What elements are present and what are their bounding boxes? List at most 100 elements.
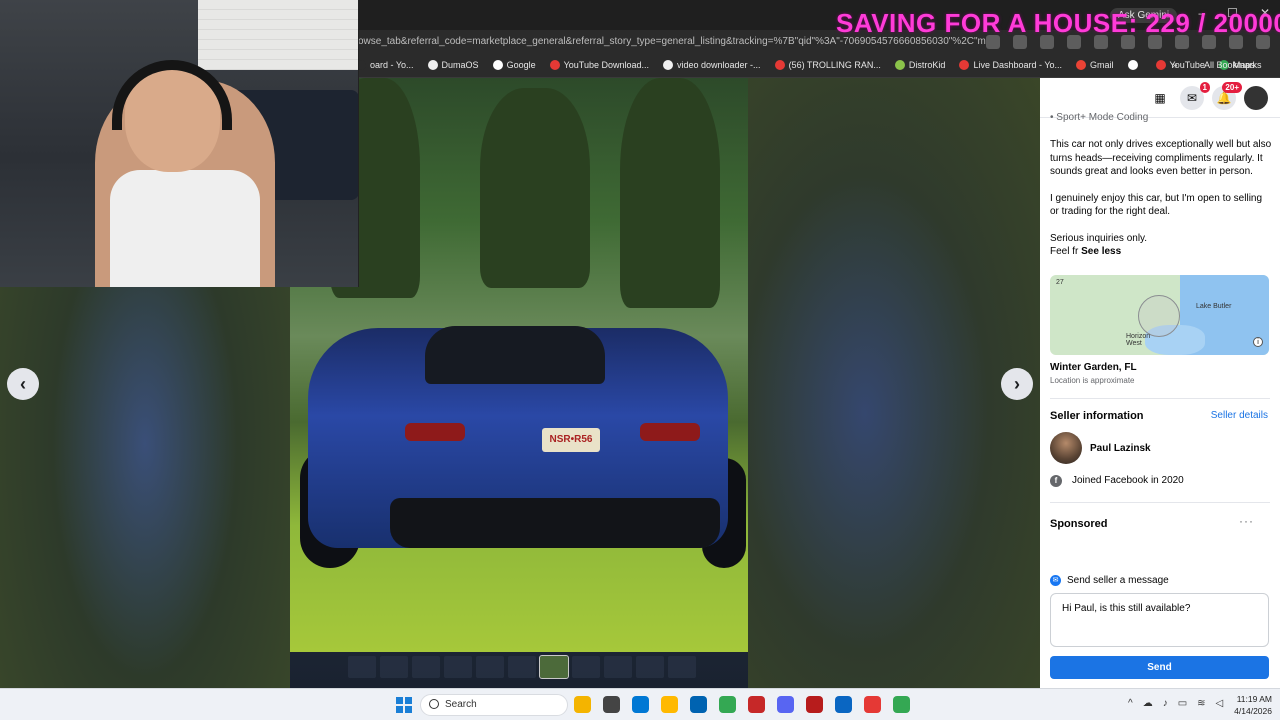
bookmark-item[interactable]: Live Dashboard - Yo... xyxy=(959,60,1062,70)
taskbar-app-icon[interactable] xyxy=(893,696,910,713)
taskbar-app-icon[interactable] xyxy=(806,696,823,713)
map-label: Horizon West xyxy=(1126,333,1151,347)
taskbar-app-icon[interactable] xyxy=(748,696,765,713)
bookmark-label: DumaOS xyxy=(441,60,479,70)
profile-avatar[interactable] xyxy=(1244,86,1268,110)
divider xyxy=(1050,398,1270,399)
bookmark-item[interactable]: video downloader -... xyxy=(663,60,761,70)
license-plate: NSR•R56 xyxy=(542,428,600,452)
window-blinds xyxy=(198,0,358,70)
thumbnail-strip xyxy=(348,655,696,679)
facebook-icon: f xyxy=(1050,475,1062,487)
windows-start-icon[interactable] xyxy=(396,697,412,713)
more-options-icon[interactable]: ··· xyxy=(1239,514,1254,528)
cloud-icon[interactable]: ☁ xyxy=(1143,698,1153,709)
bookmark-label: (56) TROLLING RAN... xyxy=(788,60,881,70)
notifications-icon[interactable]: 🔔 20+ xyxy=(1212,82,1242,110)
bookmark-item[interactable]: Google xyxy=(492,60,536,70)
tree xyxy=(480,88,590,288)
streamer-tank-top xyxy=(110,170,260,287)
bookmark-label: Gmail xyxy=(1090,60,1114,70)
bookmarks-overflow-button[interactable]: » xyxy=(1172,60,1178,71)
photo-thumbnail[interactable] xyxy=(539,655,569,679)
taskbar-app-icon[interactable] xyxy=(835,696,852,713)
photo-thumbnail[interactable] xyxy=(476,656,504,678)
taskbar-app-icon[interactable] xyxy=(690,696,707,713)
car-taillight-right xyxy=(640,423,700,441)
bookmark-item[interactable]: YouTube xyxy=(1155,60,1205,70)
description-tail-line: Feel fr See less xyxy=(1050,245,1272,259)
bookmark-label: DistroKid xyxy=(908,60,946,70)
messenger-icon[interactable]: ✉ 1 xyxy=(1180,82,1210,110)
photo-thumbnail[interactable] xyxy=(604,656,632,678)
send-button[interactable]: Send xyxy=(1050,656,1269,679)
divider xyxy=(1050,502,1270,503)
photo-thumbnail[interactable] xyxy=(412,656,440,678)
photo-thumbnail[interactable] xyxy=(380,656,408,678)
bookmark-favicon-icon xyxy=(427,60,438,70)
message-input[interactable]: Hi Paul, is this still available? xyxy=(1050,593,1269,647)
speaker-icon[interactable]: ◁ xyxy=(1216,698,1224,709)
listing-description: This car not only drives exceptionally w… xyxy=(1050,138,1272,259)
car-rear-window xyxy=(425,326,605,384)
description-paragraph: I genuinely enjoy this car, but I'm open… xyxy=(1050,192,1263,218)
taskbar-app-icon[interactable] xyxy=(574,696,591,713)
bookmark-favicon-icon xyxy=(1127,60,1138,70)
chevron-up-icon[interactable]: ^ xyxy=(1128,698,1133,709)
seller-details-link[interactable]: Seller details xyxy=(1211,410,1268,421)
bookmark-item[interactable]: (56) TROLLING RAN... xyxy=(774,60,881,70)
bookmark-item[interactable] xyxy=(1127,60,1142,70)
bookmark-label: Google xyxy=(506,60,536,70)
wifi-icon[interactable]: ≋ xyxy=(1197,698,1205,709)
description-paragraph: Serious inquiries only. xyxy=(1050,232,1148,244)
map-info-icon[interactable]: i xyxy=(1253,337,1263,347)
bookmark-item[interactable]: YouTube Download... xyxy=(549,60,649,70)
map-label: Lake Butler xyxy=(1196,303,1232,310)
taskbar-app-icon[interactable] xyxy=(864,696,881,713)
next-photo-button[interactable]: › xyxy=(1001,368,1033,400)
webcam-overlay xyxy=(0,0,359,287)
description-tail: Feel fr xyxy=(1050,246,1079,257)
windows-taskbar: Search ^ ☁ ♪ ▭ ≋ ◁ 11:19 AM 4/14/2026 xyxy=(0,688,1280,720)
listing-sidebar: ▦ ✉ 1 🔔 20+ • Sport+ Mode Coding This ca… xyxy=(1040,78,1280,688)
messenger-icon: ✉ xyxy=(1050,575,1061,586)
bookmark-favicon-icon xyxy=(1155,60,1166,70)
system-tray: ^ ☁ ♪ ▭ ≋ ◁ xyxy=(1128,698,1223,709)
seller-avatar[interactable] xyxy=(1050,432,1082,464)
taskbar-app-icon[interactable] xyxy=(777,696,794,713)
blurred-background-right xyxy=(748,78,1040,688)
photo-thumbnail[interactable] xyxy=(572,656,600,678)
photo-thumbnail[interactable] xyxy=(668,656,696,678)
bookmark-label: YouTube Download... xyxy=(563,60,649,70)
taskbar-search[interactable]: Search xyxy=(420,694,568,716)
taskbar-app-icon[interactable] xyxy=(661,696,678,713)
bookmark-item[interactable]: Gmail xyxy=(1076,60,1114,70)
display-icon[interactable]: ▭ xyxy=(1178,698,1187,709)
taskbar-app-icon[interactable] xyxy=(603,696,620,713)
previous-photo-button[interactable]: ‹ xyxy=(7,368,39,400)
bookmark-item[interactable]: oard - Yo... xyxy=(356,60,414,70)
clock-date: 4/14/2026 xyxy=(1234,706,1272,716)
apps-grid-icon[interactable]: ▦ xyxy=(1148,86,1172,110)
all-bookmarks-button[interactable]: All Bookmarks xyxy=(1204,60,1262,70)
taskbar-app-icon[interactable] xyxy=(632,696,649,713)
bookmark-label: Live Dashboard - Yo... xyxy=(973,60,1062,70)
bookmark-favicon-icon xyxy=(959,60,970,70)
see-less-link[interactable]: See less xyxy=(1081,246,1121,257)
bookmark-item[interactable]: DumaOS xyxy=(427,60,479,70)
location-map[interactable]: 27 Lake Butler Horizon West i xyxy=(1050,275,1269,355)
photo-thumbnail[interactable] xyxy=(348,656,376,678)
seller-name[interactable]: Paul Lazinsk xyxy=(1090,443,1151,454)
bookmark-favicon-icon xyxy=(663,60,673,70)
send-message-heading: ✉ Send seller a message xyxy=(1050,575,1169,586)
bookmark-favicon-icon xyxy=(1076,60,1086,70)
photo-thumbnail[interactable] xyxy=(444,656,472,678)
taskbar-app-icon[interactable] xyxy=(719,696,736,713)
microphone-icon[interactable]: ♪ xyxy=(1163,698,1168,709)
photo-thumbnail[interactable] xyxy=(508,656,536,678)
clock[interactable]: 11:19 AM 4/14/2026 xyxy=(1226,693,1272,717)
map-road-label: 27 xyxy=(1056,279,1064,286)
bookmark-item[interactable]: DistroKid xyxy=(894,60,946,70)
photo-thumbnail[interactable] xyxy=(636,656,664,678)
bookmark-label: oard - Yo... xyxy=(370,60,414,70)
